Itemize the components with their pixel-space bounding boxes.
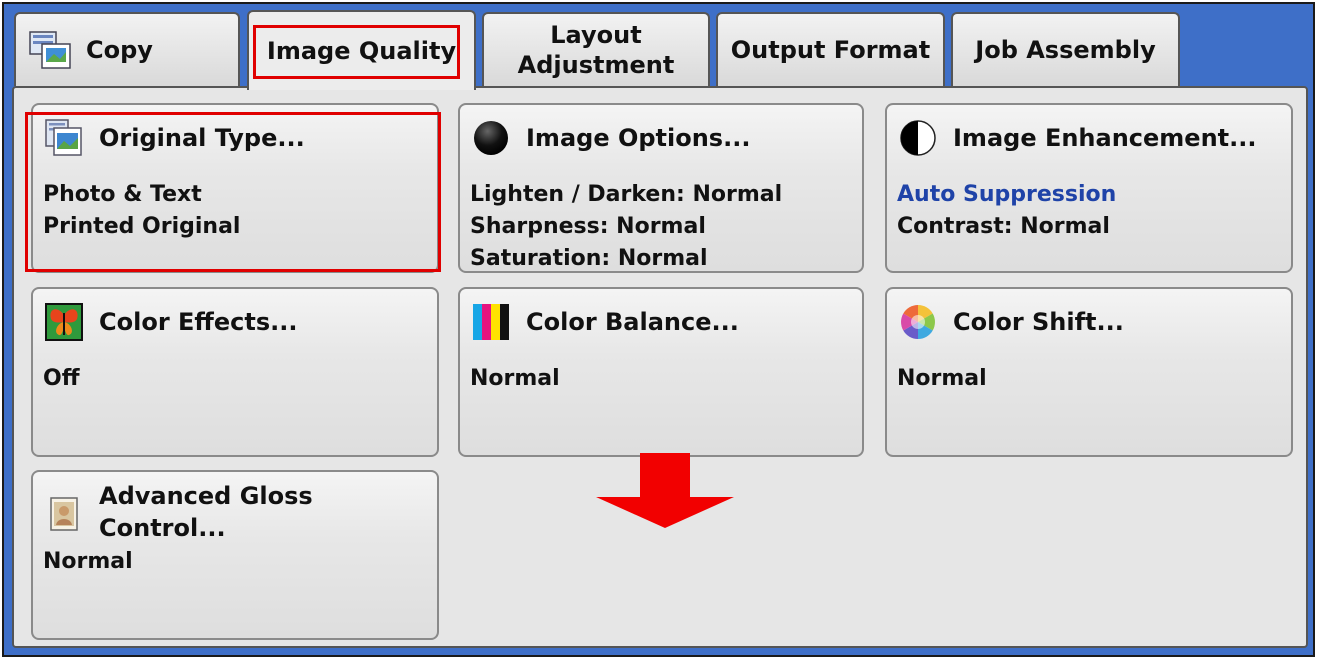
cmyk-bars-icon bbox=[473, 304, 509, 340]
image-options-button[interactable]: Image Options... Lighten / Darken: Norma… bbox=[458, 103, 864, 273]
tab-layout-label-line1: Layout bbox=[550, 21, 642, 49]
color-balance-button[interactable]: Color Balance... Normal bbox=[458, 287, 864, 457]
copy-icon bbox=[28, 30, 72, 77]
color-effects-title: Color Effects... bbox=[99, 308, 298, 336]
tab-highlight-box bbox=[253, 25, 460, 79]
color-shift-title: Color Shift... bbox=[953, 308, 1124, 336]
butterfly-icon bbox=[45, 303, 83, 341]
image-enhancement-value-1: Auto Suppression bbox=[897, 182, 1117, 207]
color-shift-value: Normal bbox=[897, 366, 987, 391]
color-balance-value: Normal bbox=[470, 366, 560, 391]
tab-job-assembly[interactable]: Job Assembly bbox=[951, 12, 1180, 86]
tab-job-assembly-label: Job Assembly bbox=[975, 36, 1156, 64]
advanced-gloss-title-line2: Control... bbox=[99, 514, 226, 542]
black-sphere-icon bbox=[474, 121, 508, 155]
tab-layout-label-line2: Adjustment bbox=[517, 51, 675, 79]
image-options-value-2: Sharpness: Normal bbox=[470, 214, 706, 239]
image-enhancement-value-2: Contrast: Normal bbox=[897, 214, 1110, 239]
color-wheel-icon bbox=[901, 305, 935, 339]
original-type-highlight-box bbox=[25, 112, 441, 272]
image-enhancement-button[interactable]: Image Enhancement... Auto Suppression Co… bbox=[885, 103, 1293, 273]
tab-output-format[interactable]: Output Format bbox=[716, 12, 945, 86]
image-options-value-3: Saturation: Normal bbox=[470, 246, 708, 271]
half-contrast-icon bbox=[900, 120, 936, 156]
image-options-title: Image Options... bbox=[526, 124, 751, 152]
gloss-photo-icon bbox=[50, 497, 78, 531]
image-options-value-1: Lighten / Darken: Normal bbox=[470, 182, 783, 207]
color-effects-value: Off bbox=[43, 366, 80, 391]
advanced-gloss-control-button[interactable]: Advanced Gloss Control... Normal bbox=[31, 470, 439, 640]
down-arrow-icon bbox=[596, 453, 734, 528]
image-enhancement-title: Image Enhancement... bbox=[953, 124, 1257, 152]
advanced-gloss-value: Normal bbox=[43, 549, 133, 574]
color-shift-button[interactable]: Color Shift... Normal bbox=[885, 287, 1293, 457]
tab-output-format-label: Output Format bbox=[730, 36, 931, 64]
color-balance-title: Color Balance... bbox=[526, 308, 739, 336]
tab-copy-label: Copy bbox=[86, 36, 153, 64]
advanced-gloss-title-line1: Advanced Gloss bbox=[99, 482, 313, 510]
tab-layout-adjustment[interactable]: Layout Adjustment bbox=[482, 12, 710, 86]
color-effects-button[interactable]: Color Effects... Off bbox=[31, 287, 439, 457]
tab-copy[interactable]: Copy bbox=[14, 12, 240, 86]
